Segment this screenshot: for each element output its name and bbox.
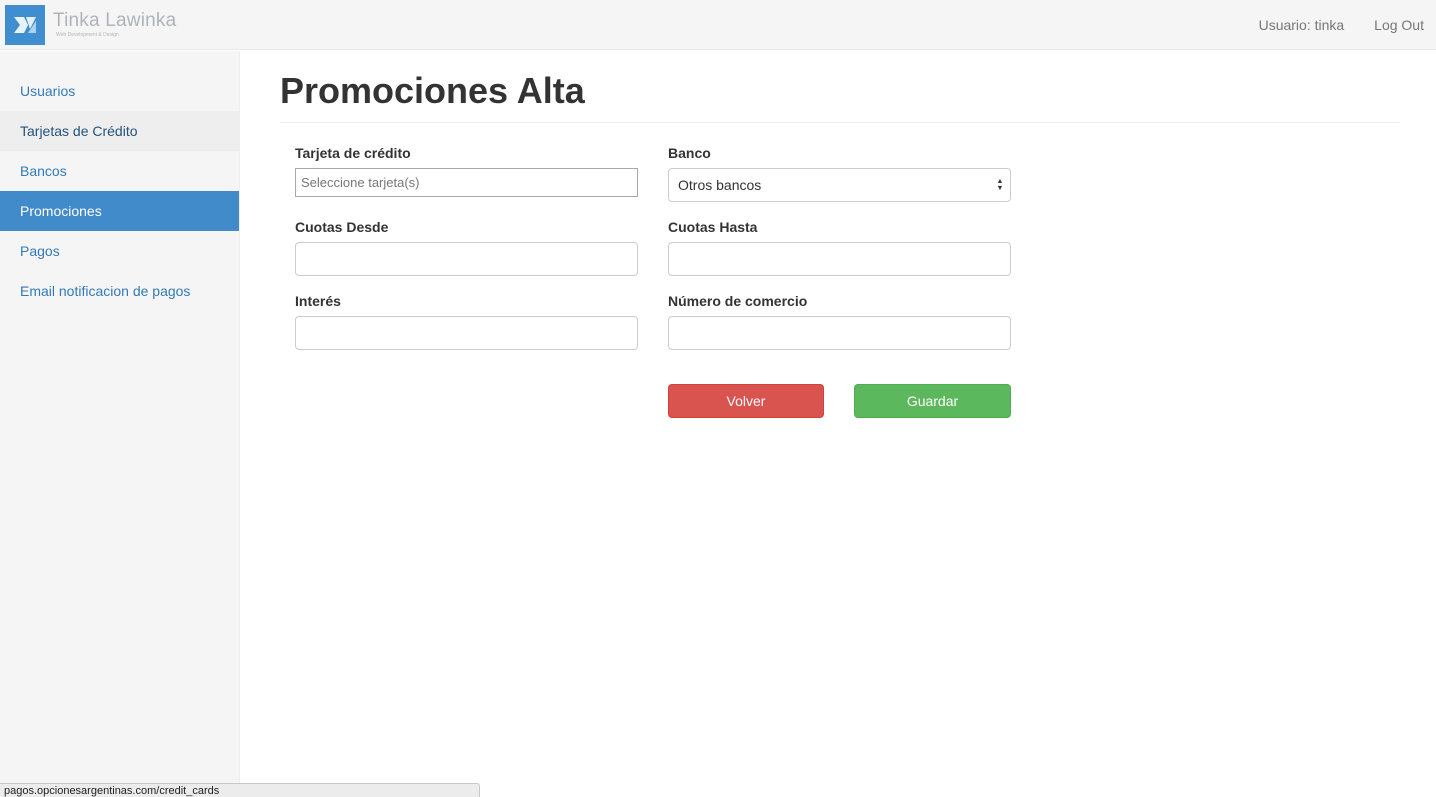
sidebar: Usuarios Tarjetas de Crédito Bancos Prom… [0,51,240,797]
field-cuotas-hasta: Cuotas Hasta [668,217,1011,276]
sidebar-item-bancos[interactable]: Bancos [0,151,239,191]
field-interes: Interés [295,291,638,350]
brand-logo-icon [5,5,45,45]
sidebar-item-promociones[interactable]: Promociones [0,191,239,231]
tarjeta-input[interactable] [295,168,638,197]
banco-select[interactable]: Otros bancos ▲ ▼ [668,168,1011,202]
brand-text: Tinka Lawinka Web Development & Design [53,5,176,38]
select-arrows-icon: ▲ ▼ [996,178,1004,192]
cuotas-desde-input[interactable] [295,242,638,276]
top-navbar: Tinka Lawinka Web Development & Design U… [0,0,1436,50]
sidebar-item-usuarios[interactable]: Usuarios [0,71,239,111]
guardar-button[interactable]: Guardar [854,384,1011,418]
field-cuotas-desde: Cuotas Desde [295,217,638,276]
tarjeta-label: Tarjeta de crédito [295,145,411,161]
numero-comercio-label: Número de comercio [668,293,808,309]
banco-label: Banco [668,145,711,161]
field-tarjeta: Tarjeta de crédito [295,143,638,197]
cuotas-hasta-input[interactable] [668,242,1011,276]
page-title: Promociones Alta [280,51,1400,123]
cuotas-hasta-label: Cuotas Hasta [668,219,758,235]
logout-link[interactable]: Log Out [1374,17,1424,33]
field-numero-comercio: Número de comercio [668,291,1011,350]
numero-comercio-input[interactable] [668,316,1011,350]
volver-button[interactable]: Volver [668,384,824,418]
interes-label: Interés [295,293,341,309]
brand[interactable]: Tinka Lawinka Web Development & Design [5,5,176,45]
sidebar-item-email-notificacion[interactable]: Email notificacion de pagos [0,271,239,311]
interes-input[interactable] [295,316,638,350]
cuotas-desde-label: Cuotas Desde [295,219,389,235]
browser-status-bar: pagos.opcionesargentinas.com/credit_card… [0,783,480,797]
main-content: Promociones Alta Tarjeta de crédito Banc… [280,51,1400,418]
brand-name: Tinka Lawinka [53,10,177,31]
banco-selected-value: Otros bancos [678,177,762,193]
sidebar-item-pagos[interactable]: Pagos [0,231,239,271]
sidebar-item-tarjetas[interactable]: Tarjetas de Crédito [0,111,239,151]
field-banco: Banco Otros bancos ▲ ▼ [668,143,1011,202]
user-label[interactable]: Usuario: tinka [1259,17,1345,33]
brand-tagline: Web Development & Design [56,32,119,38]
navbar-right: Usuario: tinka Log Out [1229,0,1424,50]
